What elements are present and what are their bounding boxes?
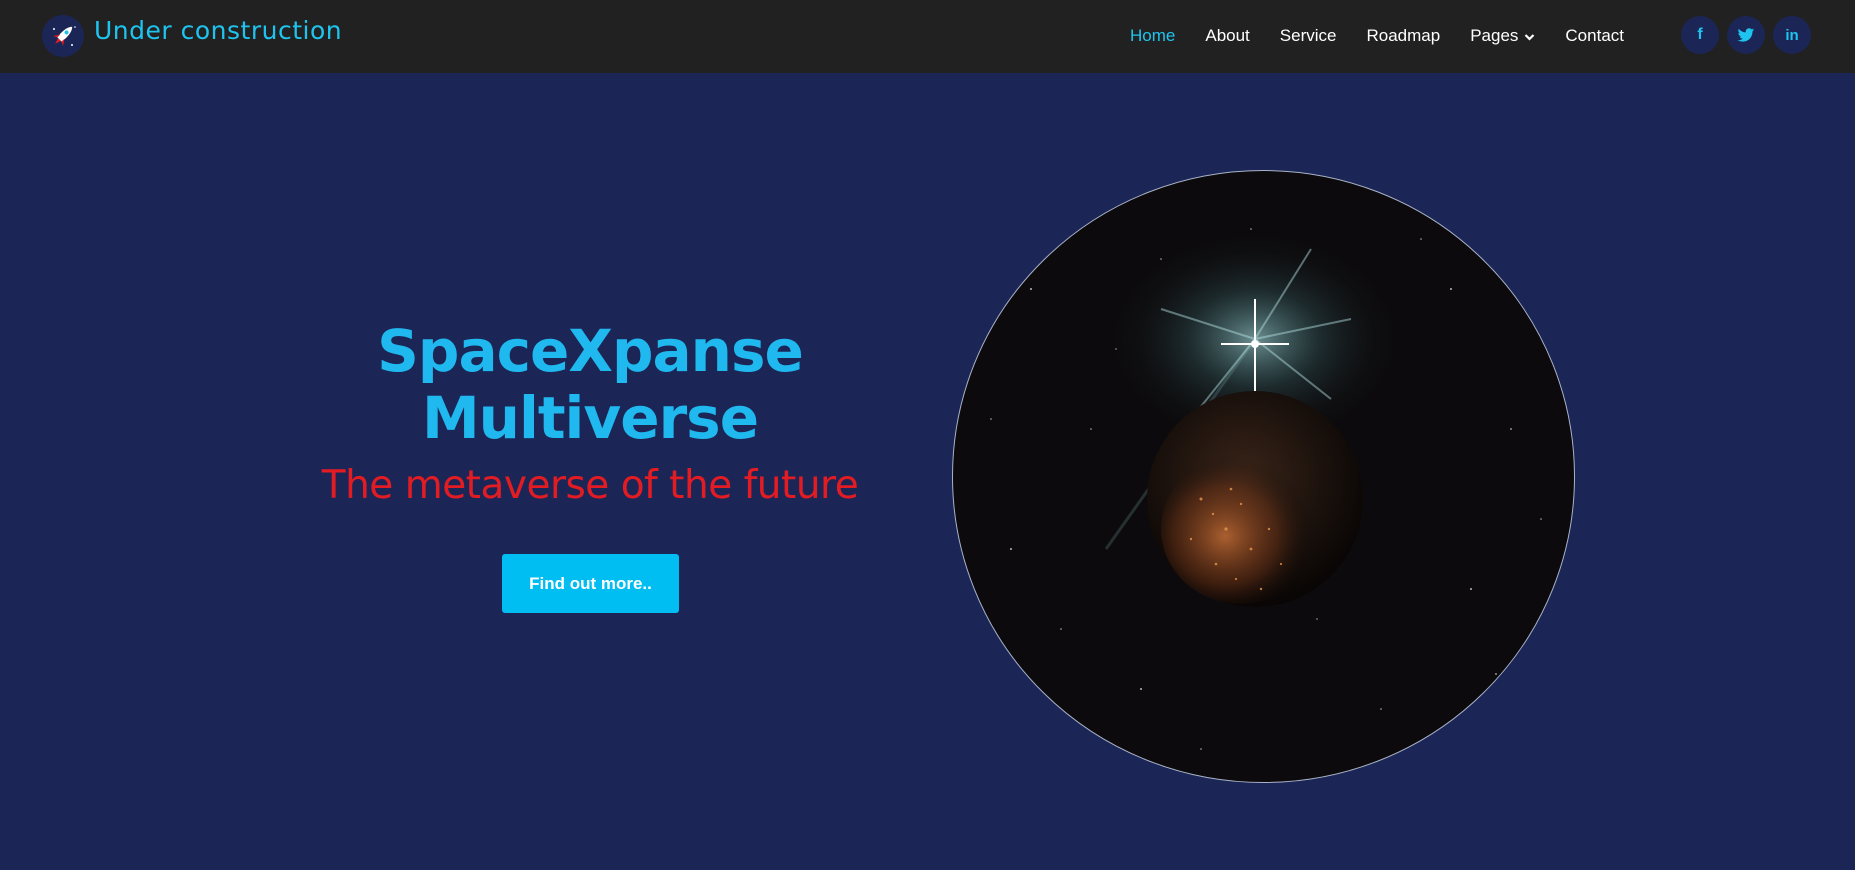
nav-contact[interactable]: Contact: [1565, 26, 1624, 46]
hero-title: SpaceXpanse Multiverse: [260, 318, 920, 452]
chevron-down-icon: [1525, 33, 1535, 41]
nav-service[interactable]: Service: [1280, 26, 1337, 46]
planet-image: [952, 170, 1575, 783]
main-nav: Home About Service Roadmap Pages Contact: [1130, 24, 1654, 48]
twitter-icon: [1737, 27, 1755, 42]
facebook-button[interactable]: f: [1681, 16, 1719, 54]
nav-home[interactable]: Home: [1130, 26, 1175, 46]
nav-roadmap[interactable]: Roadmap: [1366, 26, 1440, 46]
find-out-more-button[interactable]: Find out more..: [502, 554, 679, 613]
nav-pages-label: Pages: [1470, 26, 1519, 45]
nav-pages[interactable]: Pages: [1470, 26, 1535, 46]
nav-about[interactable]: About: [1205, 26, 1249, 46]
facebook-icon: f: [1697, 26, 1703, 43]
hero-title-line1: SpaceXpanse: [377, 317, 804, 385]
linkedin-icon: in: [1785, 26, 1799, 44]
logo[interactable]: [42, 15, 84, 57]
linkedin-button[interactable]: in: [1773, 16, 1811, 54]
hero-subtitle: The metaverse of the future: [321, 463, 859, 508]
navbar: Under construction Home About Service Ro…: [0, 0, 1855, 73]
twitter-button[interactable]: [1727, 16, 1765, 54]
hero-title-line2: Multiverse: [421, 384, 759, 452]
rocket-icon: [53, 26, 76, 46]
brand-title[interactable]: Under construction: [94, 16, 342, 45]
